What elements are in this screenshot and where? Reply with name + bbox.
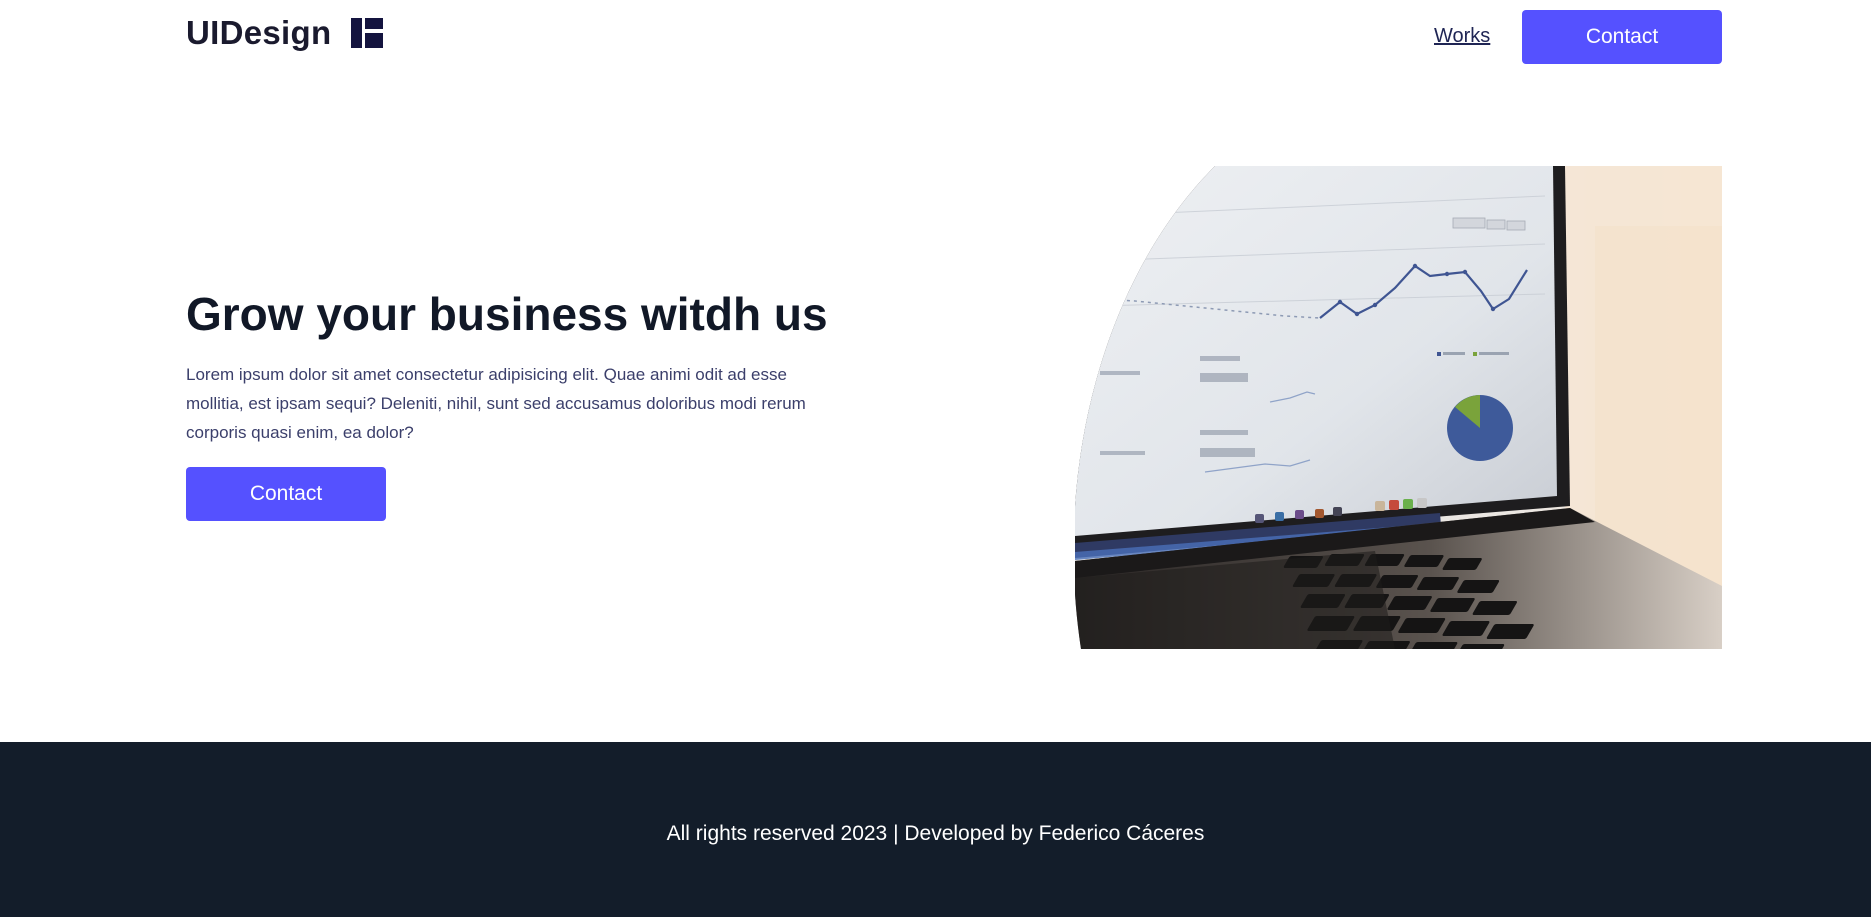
logo-text: UIDesign — [186, 14, 332, 51]
hero-description: Lorem ipsum dolor sit amet consectetur a… — [186, 365, 806, 442]
footer-copyright: All rights reserved 2023 | Developed by … — [666, 822, 1205, 845]
hero-laptop-image — [1075, 166, 1722, 649]
site-header: UIDesign Works Contact — [0, 0, 1871, 75]
hero-title: Grow your business witdh us — [186, 288, 828, 340]
layout-grid-icon — [351, 18, 384, 48]
hero-contact-button[interactable]: Contact — [186, 467, 386, 521]
nav-works-link[interactable]: Works — [1434, 25, 1490, 48]
logo[interactable]: UIDesign — [186, 14, 384, 52]
header-contact-button[interactable]: Contact — [1522, 10, 1722, 64]
